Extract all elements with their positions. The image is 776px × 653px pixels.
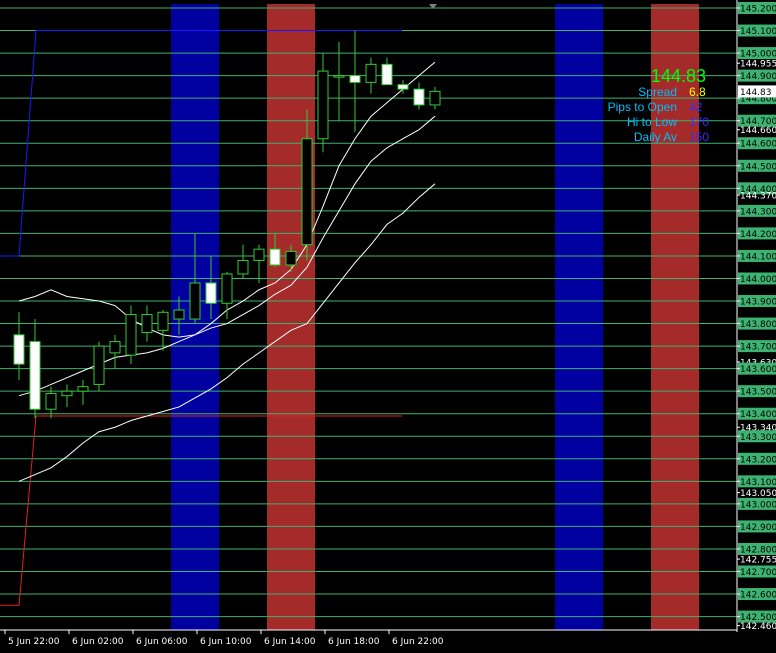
time-tick-label: 6 Jun 02:00 [72, 637, 124, 647]
price-tick-label: 144.955 [740, 60, 776, 70]
candle-body [125, 314, 137, 356]
candle-body [285, 250, 297, 266]
candle-body [45, 392, 57, 410]
candle-body [365, 63, 377, 83]
info-label: Pips to Open [608, 100, 677, 114]
candlestick[interactable] [93, 341, 105, 392]
price-tick-label: 143.500 [740, 388, 776, 398]
time-tick-label: 6 Jun 06:00 [136, 637, 188, 647]
price-tick-label: 144.500 [740, 162, 776, 172]
price-tick-label: 142.460 [740, 622, 776, 632]
candle-body [61, 390, 73, 397]
candle-body [189, 282, 201, 320]
candle-body [109, 341, 121, 354]
price-tick-label: 143.400 [740, 410, 776, 420]
price-tick-label: 143.700 [740, 343, 776, 353]
price-tick-label: 143.000 [740, 500, 776, 510]
price-tick-label: 143.600 [740, 365, 776, 375]
time-tick-label: 5 Jun 22:00 [8, 637, 60, 647]
info-label: Hi to Low [627, 115, 677, 129]
price-tick-label: 142.700 [740, 568, 776, 578]
price-tick-label: 142.800 [740, 545, 776, 555]
candle-body [381, 63, 393, 86]
price-tick-label: 143.900 [740, 298, 776, 308]
time-tick-label: 6 Jun 22:00 [392, 637, 444, 647]
price-tick-label: 142.600 [740, 591, 776, 601]
price-tick-label: 143.100 [740, 478, 776, 488]
candle-body [77, 386, 89, 392]
candle-body [333, 75, 345, 78]
candle-body [173, 309, 185, 320]
price-tick-label: 143.200 [740, 455, 776, 465]
candle-body [93, 345, 105, 385]
price-tick-label: 142.900 [740, 523, 776, 533]
candle-body [141, 314, 153, 334]
price-tick-label: 144.300 [740, 207, 776, 217]
price-chart[interactable]: 145.200 145.100 145.000144.955 144.900 144.8… [0, 0, 776, 653]
candle-body [397, 84, 409, 90]
candle-body [205, 282, 217, 304]
price-tick-label: 143.300 [740, 433, 776, 443]
candle-body [301, 138, 313, 246]
candle-body [429, 90, 441, 106]
info-value: 150 [689, 130, 709, 144]
price-tick-label: 144.900 [740, 72, 776, 82]
candle-body [29, 341, 41, 410]
candle-body [221, 273, 233, 304]
current-price-tag-label: 144.83 [740, 88, 772, 98]
candle-body [253, 248, 265, 261]
candle-body [349, 75, 361, 83]
price-tick-label: 144.600 [740, 140, 776, 150]
candlestick[interactable] [125, 305, 137, 365]
info-value: 6.8 [689, 85, 706, 99]
candle-body [317, 70, 329, 140]
price-tick-label: 145.200 [740, 5, 776, 15]
candle-body [237, 259, 249, 275]
time-tick-label: 6 Jun 18:00 [328, 637, 380, 647]
price-tick-label: 143.800 [740, 320, 776, 330]
price-tick-label: 145.100 [740, 27, 776, 37]
price-tick-label: 144.200 [740, 230, 776, 240]
candle-body [13, 334, 25, 365]
price-tick-label: 143.050 [740, 489, 776, 499]
info-value: 42 [689, 100, 703, 114]
candle-body [269, 248, 281, 266]
price-tick-label: 142.755 [740, 556, 776, 566]
price-tick-label: 144.660 [740, 126, 776, 136]
info-price: 144.83 [651, 66, 706, 86]
candle-body [413, 88, 425, 106]
price-tick-label: 145.000 [740, 50, 776, 60]
price-tick-label: 144.100 [740, 252, 776, 262]
info-label: Spread [638, 85, 677, 99]
candle-body [157, 311, 169, 331]
info-value: 170 [689, 115, 709, 129]
time-tick-label: 6 Jun 10:00 [200, 637, 252, 647]
price-tick-label: 144.000 [740, 275, 776, 285]
price-tick-label: 144.370 [740, 192, 776, 202]
time-tick-label: 6 Jun 14:00 [264, 637, 316, 647]
info-label: Daily Av [634, 130, 677, 144]
